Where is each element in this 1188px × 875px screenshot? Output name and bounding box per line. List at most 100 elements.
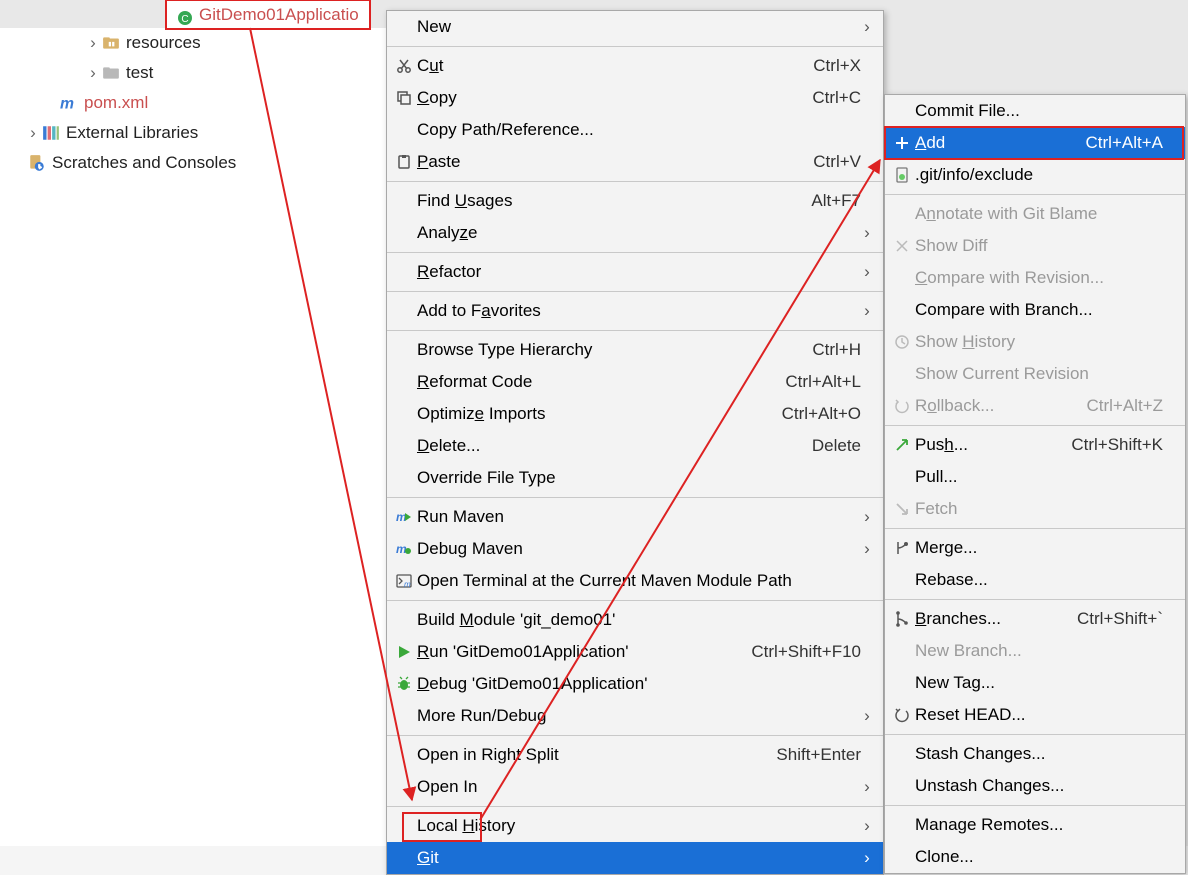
chevron-right-icon: › bbox=[28, 123, 38, 143]
menu-item-local-history[interactable]: Local History› bbox=[387, 810, 883, 842]
menu-item-pull[interactable]: Pull... bbox=[885, 461, 1185, 493]
menu-item-run-maven[interactable]: mRun Maven› bbox=[387, 501, 883, 533]
tree-label: pom.xml bbox=[84, 93, 148, 113]
terminal-icon: m bbox=[391, 573, 417, 589]
menu-item-manage-remotes[interactable]: Manage Remotes... bbox=[885, 809, 1185, 841]
menu-item-find-usages[interactable]: Find UsagesAlt+F7 bbox=[387, 185, 883, 217]
menu-item-copy[interactable]: CopyCtrl+C bbox=[387, 82, 883, 114]
menu-item-debug-app[interactable]: Debug 'GitDemo01Application' bbox=[387, 668, 883, 700]
menu-item-push[interactable]: Push...Ctrl+Shift+K bbox=[885, 429, 1185, 461]
maven-icon: m bbox=[60, 94, 78, 112]
menu-item-copy-path[interactable]: Copy Path/Reference... bbox=[387, 114, 883, 146]
menu-item-type-hierarchy[interactable]: Browse Type HierarchyCtrl+H bbox=[387, 334, 883, 366]
menu-item-show-history: Show History bbox=[885, 326, 1185, 358]
menu-separator bbox=[885, 599, 1185, 600]
menu-item-new[interactable]: New› bbox=[387, 11, 883, 43]
menu-separator bbox=[885, 528, 1185, 529]
chevron-right-icon: › bbox=[861, 848, 873, 868]
project-tree[interactable]: › resources › test m pom.xml › External … bbox=[0, 28, 386, 178]
menu-separator bbox=[885, 734, 1185, 735]
menu-item-rollback: Rollback...Ctrl+Alt+Z bbox=[885, 390, 1185, 422]
menu-item-show-diff: Show Diff bbox=[885, 230, 1185, 262]
menu-item-commit-file[interactable]: Commit File... bbox=[885, 95, 1185, 127]
menu-item-merge[interactable]: Merge... bbox=[885, 532, 1185, 564]
copy-icon bbox=[391, 90, 417, 106]
menu-item-unstash[interactable]: Unstash Changes... bbox=[885, 770, 1185, 802]
menu-item-refactor[interactable]: Refactor› bbox=[387, 256, 883, 288]
menu-item-compare-branch[interactable]: Compare with Branch... bbox=[885, 294, 1185, 326]
menu-item-new-branch: New Branch... bbox=[885, 635, 1185, 667]
chevron-right-icon: › bbox=[88, 33, 98, 53]
tree-node-resources[interactable]: › resources bbox=[0, 28, 386, 58]
menu-item-override-file-type[interactable]: Override File Type bbox=[387, 462, 883, 494]
menu-item-branches[interactable]: Branches...Ctrl+Shift+` bbox=[885, 603, 1185, 635]
fetch-icon bbox=[889, 501, 915, 517]
chevron-right-icon: › bbox=[861, 816, 873, 836]
menu-item-delete[interactable]: Delete...Delete bbox=[387, 430, 883, 462]
tree-node-external-libraries[interactable]: › External Libraries bbox=[0, 118, 386, 148]
chevron-right-icon: › bbox=[861, 17, 873, 37]
menu-item-reformat[interactable]: Reformat CodeCtrl+Alt+L bbox=[387, 366, 883, 398]
chevron-right-icon: › bbox=[861, 301, 873, 321]
menu-separator bbox=[387, 181, 883, 182]
menu-separator bbox=[387, 291, 883, 292]
menu-item-build-module[interactable]: Build Module 'git_demo01' bbox=[387, 604, 883, 636]
push-icon bbox=[889, 437, 915, 453]
chevron-right-icon: › bbox=[861, 539, 873, 559]
menu-item-cut[interactable]: CutCtrl+X bbox=[387, 50, 883, 82]
menu-item-git[interactable]: Git› bbox=[387, 842, 883, 874]
svg-text:m: m bbox=[60, 96, 74, 112]
tree-node-scratches[interactable]: Scratches and Consoles bbox=[0, 148, 386, 178]
chevron-right-icon: › bbox=[88, 63, 98, 83]
menu-item-rebase[interactable]: Rebase... bbox=[885, 564, 1185, 596]
menu-item-more-run-debug[interactable]: More Run/Debug› bbox=[387, 700, 883, 732]
menu-item-new-tag[interactable]: New Tag... bbox=[885, 667, 1185, 699]
folder-icon bbox=[102, 34, 120, 52]
menu-item-analyze[interactable]: Analyze› bbox=[387, 217, 883, 249]
menu-item-stash[interactable]: Stash Changes... bbox=[885, 738, 1185, 770]
svg-text:m: m bbox=[404, 580, 411, 589]
svg-text:m: m bbox=[396, 542, 407, 556]
menu-item-open-right-split[interactable]: Open in Right SplitShift+Enter bbox=[387, 739, 883, 771]
cut-icon bbox=[391, 58, 417, 74]
chevron-right-icon: › bbox=[861, 262, 873, 282]
menu-item-optimize-imports[interactable]: Optimize ImportsCtrl+Alt+O bbox=[387, 398, 883, 430]
tree-label: resources bbox=[126, 33, 201, 53]
tree-node-pom[interactable]: m pom.xml bbox=[0, 88, 386, 118]
menu-item-fetch: Fetch bbox=[885, 493, 1185, 525]
class-icon: C bbox=[177, 7, 193, 23]
menu-item-git-add[interactable]: AddCtrl+Alt+A bbox=[885, 127, 1185, 159]
menu-item-reset-head[interactable]: Reset HEAD... bbox=[885, 699, 1185, 731]
history-icon bbox=[889, 334, 915, 350]
tree-label: test bbox=[126, 63, 153, 83]
menu-separator bbox=[387, 806, 883, 807]
menu-item-open-terminal-maven[interactable]: mOpen Terminal at the Current Maven Modu… bbox=[387, 565, 883, 597]
menu-item-annotate: Annotate with Git Blame bbox=[885, 198, 1185, 230]
menu-item-paste[interactable]: PasteCtrl+V bbox=[387, 146, 883, 178]
menu-item-favorites[interactable]: Add to Favorites› bbox=[387, 295, 883, 327]
merge-icon bbox=[889, 540, 915, 556]
scratches-icon bbox=[28, 154, 46, 172]
branch-icon bbox=[889, 611, 915, 627]
menu-separator bbox=[387, 46, 883, 47]
plus-icon bbox=[889, 135, 915, 151]
editor-tab-active[interactable]: C GitDemo01Applicatio bbox=[166, 0, 370, 28]
menu-item-open-in[interactable]: Open In› bbox=[387, 771, 883, 803]
menu-item-run-app[interactable]: Run 'GitDemo01Application'Ctrl+Shift+F10 bbox=[387, 636, 883, 668]
menu-separator bbox=[885, 425, 1185, 426]
folder-icon bbox=[102, 64, 120, 82]
menu-separator bbox=[885, 194, 1185, 195]
menu-item-git-exclude[interactable]: .git/info/exclude bbox=[885, 159, 1185, 191]
context-menu: New› CutCtrl+X CopyCtrl+C Copy Path/Refe… bbox=[386, 10, 884, 875]
menu-separator bbox=[387, 330, 883, 331]
menu-separator bbox=[387, 252, 883, 253]
debug-icon bbox=[391, 676, 417, 692]
tree-label: Scratches and Consoles bbox=[52, 153, 236, 173]
menu-separator bbox=[885, 805, 1185, 806]
menu-separator bbox=[387, 600, 883, 601]
tree-node-test[interactable]: › test bbox=[0, 58, 386, 88]
chevron-right-icon: › bbox=[861, 223, 873, 243]
menu-item-debug-maven[interactable]: mDebug Maven› bbox=[387, 533, 883, 565]
menu-item-show-current-revision: Show Current Revision bbox=[885, 358, 1185, 390]
file-icon bbox=[889, 167, 915, 183]
